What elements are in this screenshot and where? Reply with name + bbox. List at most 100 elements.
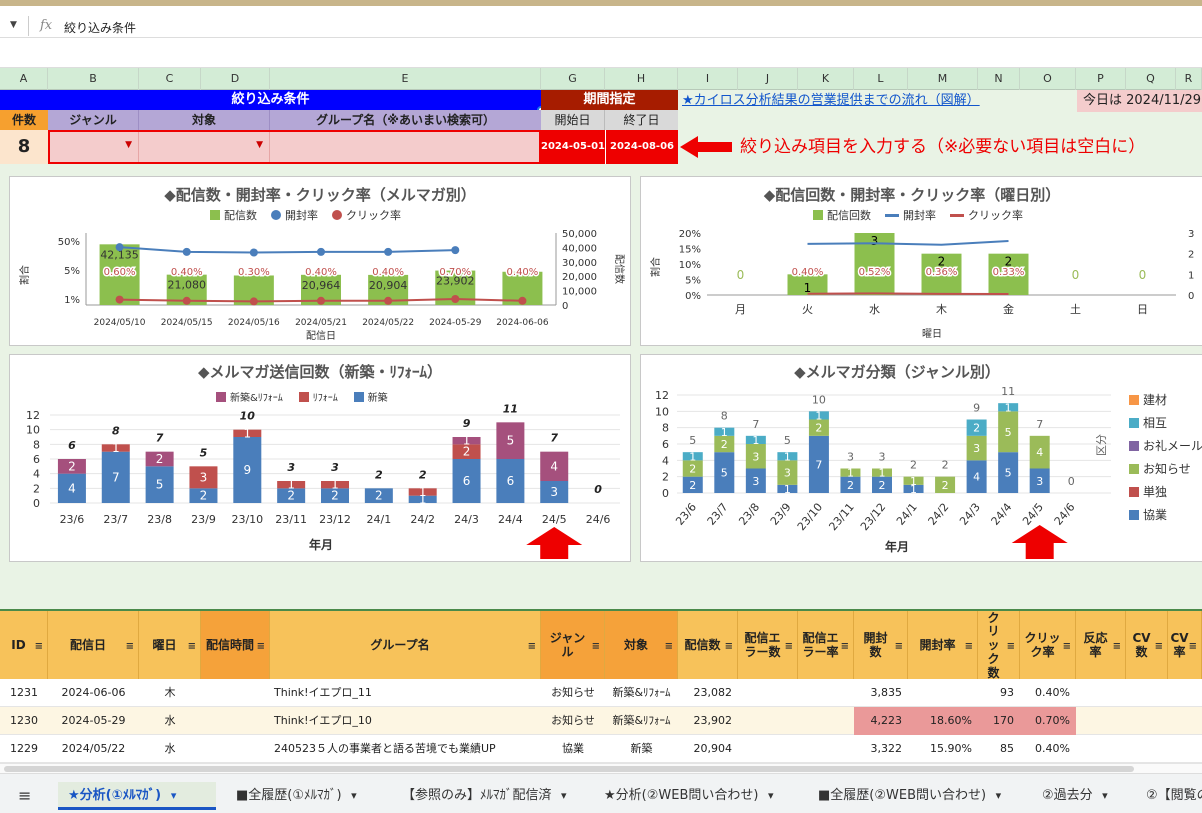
end-date-input[interactable]: 2024-08-06 bbox=[605, 130, 678, 164]
flow-diagram-link[interactable]: ★カイロス分析結果の営業提供までの流れ（図解） bbox=[682, 91, 1022, 111]
column-header-q[interactable]: Q bbox=[1126, 68, 1176, 90]
all-sheets-menu-icon[interactable]: ≡ bbox=[18, 782, 31, 810]
sheet-tab[interactable]: ★分析(①ﾒﾙﾏｶﾞ) ▾ bbox=[58, 782, 216, 810]
open-rate-point bbox=[249, 248, 258, 257]
column-header-r[interactable]: R bbox=[1176, 68, 1202, 90]
sheet-tab[interactable]: ②【閲覧の bbox=[1136, 782, 1202, 810]
chevron-down-icon[interactable]: ▼ bbox=[256, 140, 263, 150]
segment-value-label: 1 bbox=[287, 478, 295, 492]
filter-icon[interactable]: ≡ bbox=[665, 641, 673, 653]
x-tick-label: 23/7 bbox=[705, 501, 731, 528]
total-value-label: 3 bbox=[287, 461, 295, 474]
chart-send-count[interactable]: ◆メルマガ送信回数（新築・ﾘﾌｫｰﾑ） 新築&ﾘﾌｫｰﾑ ﾘﾌｫｰﾑ 新築 12… bbox=[9, 354, 631, 562]
sheet-tab[interactable]: ■全履歴(②WEB問い合わせ) ▾ bbox=[808, 782, 1020, 810]
column-header-m[interactable]: M bbox=[908, 68, 978, 90]
filter-icon[interactable]: ≡ bbox=[35, 641, 43, 653]
y-tick-label: 2 bbox=[662, 471, 669, 484]
y-tick-label: 10 bbox=[26, 424, 40, 437]
column-header-p[interactable]: P bbox=[1076, 68, 1126, 90]
table-cell: 240523５人の事業者と語る苦境でも業績UP bbox=[274, 742, 496, 755]
genre-dropdown[interactable]: ▼ bbox=[50, 132, 139, 162]
column-header-row: ABCDEGHIJKLMNOPQR bbox=[0, 68, 1202, 90]
chevron-down-icon[interactable]: ▼ bbox=[125, 140, 132, 150]
segment-value-label: 2 bbox=[973, 422, 980, 435]
column-header-e[interactable]: E bbox=[270, 68, 541, 90]
filter-icon[interactable]: ≡ bbox=[1155, 641, 1163, 653]
column-header-h[interactable]: H bbox=[605, 68, 678, 90]
table-row[interactable]: 1229 2024/05/22 水 240523５人の事業者と語る苦境でも業績UP 協業… bbox=[0, 735, 1202, 763]
filter-icon[interactable]: ≡ bbox=[785, 641, 793, 653]
filter-icon[interactable]: ≡ bbox=[126, 641, 134, 653]
formula-bar[interactable]: ▼ fx 絞り込み条件 bbox=[0, 6, 1202, 38]
chevron-down-icon[interactable]: ▾ bbox=[167, 789, 177, 802]
segment-value-label: 1 bbox=[847, 467, 854, 480]
table-cell: Think!イエプロ_10 bbox=[274, 714, 372, 727]
filter-icon[interactable]: ≡ bbox=[188, 641, 196, 653]
table-cell: 4,223 bbox=[854, 707, 908, 735]
filter-icon[interactable]: ≡ bbox=[257, 641, 265, 653]
filter-icon[interactable]: ≡ bbox=[841, 641, 849, 653]
filter-icon[interactable]: ≡ bbox=[1113, 641, 1121, 653]
column-header-n[interactable]: N bbox=[978, 68, 1020, 90]
total-value-label: 7 bbox=[550, 432, 558, 445]
column-header-l[interactable]: L bbox=[854, 68, 908, 90]
column-header-g[interactable]: G bbox=[541, 68, 605, 90]
scrollbar-thumb[interactable] bbox=[4, 766, 1134, 772]
segment-value-label: 2 bbox=[942, 479, 949, 492]
chart-by-weekday[interactable]: ◆配信回数・開封率・クリック率（曜日別） 配信回数 開封率 クリック率 20% 1… bbox=[640, 176, 1202, 346]
filter-icon[interactable]: ≡ bbox=[528, 641, 536, 653]
chevron-down-icon[interactable]: ▾ bbox=[348, 789, 357, 802]
column-header-o[interactable]: O bbox=[1020, 68, 1076, 90]
table-row[interactable]: 1231 2024-06-06 木 Think!イエプロ_11 お知らせ 新築&ﾘﾌｫｰﾑ… bbox=[0, 679, 1202, 707]
sheet-tab[interactable]: ■全履歴(①ﾒﾙﾏｶﾞ) ▾ bbox=[226, 782, 386, 810]
sheet-tab[interactable]: ★分析(②WEB問い合わせ) ▾ bbox=[594, 782, 794, 810]
column-header-d[interactable]: D bbox=[201, 68, 270, 90]
x-tick-label: 24/1 bbox=[894, 501, 920, 528]
column-header-c[interactable]: C bbox=[139, 68, 201, 90]
column-header-j[interactable]: J bbox=[738, 68, 798, 90]
legend-swatch bbox=[1129, 510, 1139, 520]
filter-instruction: 絞り込み項目を入力する（※必要ない項目は空白に） bbox=[740, 137, 1146, 157]
legend-label: お知らせ bbox=[1143, 462, 1191, 476]
sheet-tab[interactable]: 【参照のみ】ﾒﾙﾏｶﾞ配信済 ▾ bbox=[392, 782, 582, 810]
segment-value-label: 6 bbox=[507, 474, 515, 488]
group-name-input[interactable] bbox=[270, 132, 539, 162]
formula-content[interactable]: 絞り込み条件 bbox=[64, 19, 136, 36]
chevron-down-icon[interactable]: ▾ bbox=[992, 789, 1002, 802]
segment-value-label: 2 bbox=[156, 452, 164, 466]
filter-icon[interactable]: ≡ bbox=[1007, 641, 1015, 653]
x-tick-label: 木 bbox=[936, 303, 947, 316]
filter-icon[interactable]: ≡ bbox=[1063, 641, 1071, 653]
chevron-down-icon[interactable]: ▾ bbox=[1099, 789, 1108, 802]
x-tick-label: 2024/05/15 bbox=[161, 318, 213, 328]
count-value: 8 bbox=[0, 130, 48, 164]
filter-icon[interactable]: ≡ bbox=[965, 641, 973, 653]
chart-genre[interactable]: ◆メルマガ分類（ジャンル別） 建材 相互 お礼メール お知らせ 単独 協業 12… bbox=[640, 354, 1202, 562]
segment-value-label: 1 bbox=[721, 426, 728, 439]
table-body: 1231 2024-06-06 木 Think!イエプロ_11 お知らせ 新築&ﾘﾌｫｰﾑ… bbox=[0, 679, 1202, 763]
filter-icon[interactable]: ≡ bbox=[592, 641, 600, 653]
filter-icon[interactable]: ≡ bbox=[725, 641, 733, 653]
sheet-tab[interactable]: ②過去分 ▾ bbox=[1032, 782, 1122, 810]
table-row[interactable]: 1230 2024-05-29 水 Think!イエプロ_10 お知らせ 新築&ﾘﾌｫｰﾑ… bbox=[0, 707, 1202, 735]
chart-by-newsletter[interactable]: ◆配信数・開封率・クリック率（メルマガ別） 配信数 開封率 クリック率 50% 5… bbox=[9, 176, 631, 346]
column-header-a[interactable]: A bbox=[0, 68, 48, 90]
target-dropdown[interactable]: ▼ bbox=[139, 132, 270, 162]
horizontal-scrollbar[interactable] bbox=[0, 763, 1202, 773]
open-rate-point bbox=[384, 247, 393, 256]
filter-icon[interactable]: ≡ bbox=[895, 641, 903, 653]
y-tick-label: 2 bbox=[33, 482, 40, 495]
column-header-b[interactable]: B bbox=[48, 68, 139, 90]
x-tick-label: 24/1 bbox=[366, 513, 391, 526]
segment-value-label: 1 bbox=[815, 409, 822, 422]
start-date-input[interactable]: 2024-05-01 bbox=[541, 130, 605, 164]
chevron-down-icon[interactable]: ▾ bbox=[764, 789, 774, 802]
name-box-dropdown-icon[interactable]: ▼ bbox=[10, 20, 17, 30]
segment-value-label: 2 bbox=[847, 479, 854, 492]
filter-icon[interactable]: ≡ bbox=[1189, 641, 1197, 653]
table-header-cell: 配信エラー数 ≡ bbox=[738, 611, 798, 681]
rate-label: 0.30% bbox=[238, 267, 270, 278]
column-header-k[interactable]: K bbox=[798, 68, 854, 90]
column-header-i[interactable]: I bbox=[678, 68, 738, 90]
chevron-down-icon[interactable]: ▾ bbox=[558, 789, 567, 802]
